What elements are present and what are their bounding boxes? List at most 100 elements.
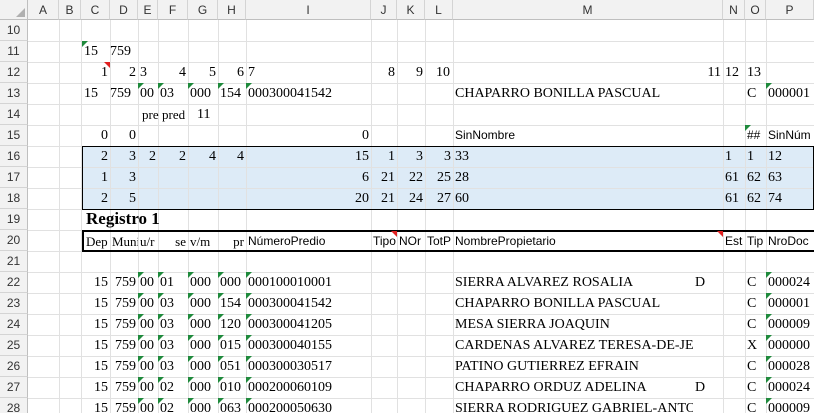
column-header-d[interactable]: D (110, 0, 138, 20)
table-cell[interactable]: 759 (110, 335, 138, 356)
column-header-h[interactable]: H (218, 0, 246, 20)
row-header[interactable]: 25 (0, 335, 28, 356)
table-cell[interactable]: C (745, 293, 766, 314)
table-cell[interactable] (693, 356, 723, 377)
cell[interactable]: 27 (425, 188, 453, 209)
column-header-n[interactable]: N (723, 0, 745, 20)
table-cell[interactable]: C (745, 377, 766, 398)
header-cell[interactable]: NúmeroPredio (246, 231, 371, 252)
row-header[interactable]: 27 (0, 377, 28, 398)
cell[interactable]: SinNombre (453, 125, 723, 146)
cell[interactable]: 12 (766, 146, 814, 167)
table-cell[interactable]: 120 (218, 314, 246, 335)
row-header[interactable]: 26 (0, 356, 28, 377)
cell[interactable]: 28 (453, 167, 723, 188)
row-header[interactable]: 13 (0, 83, 28, 104)
row-header[interactable]: 20 (0, 230, 28, 251)
cell[interactable]: 4 (218, 146, 246, 167)
cell[interactable]: 4 (188, 146, 218, 167)
table-cell[interactable]: C (745, 356, 766, 377)
cell[interactable]: pred (160, 104, 190, 125)
cell[interactable]: 15 (82, 83, 110, 104)
table-cell[interactable]: 000 (188, 314, 218, 335)
table-cell[interactable]: 00 (138, 398, 158, 413)
cell[interactable]: 154 (218, 83, 246, 104)
cell[interactable]: 3 (138, 62, 158, 83)
cell[interactable]: 5 (188, 62, 218, 83)
cell[interactable]: 0 (110, 125, 138, 146)
row-header[interactable]: 28 (0, 398, 28, 413)
table-cell[interactable]: 051 (218, 356, 246, 377)
cell[interactable]: 3 (110, 146, 138, 167)
table-cell[interactable]: C (745, 398, 766, 413)
table-cell[interactable] (693, 398, 723, 413)
table-cell[interactable]: 015 (218, 335, 246, 356)
cell[interactable]: SinNúm (766, 125, 814, 146)
cell[interactable]: 7 (246, 62, 276, 83)
table-cell[interactable]: SIERRA ALVAREZ ROSALIA (453, 272, 693, 293)
cell[interactable]: pre (140, 104, 162, 125)
table-cell[interactable]: 00 (138, 377, 158, 398)
cell[interactable]: 62 (745, 188, 766, 209)
column-header-g[interactable]: G (188, 0, 218, 20)
table-cell[interactable]: PATINO GUTIERREZ EFRAIN (453, 356, 693, 377)
table-cell[interactable]: 000200060109 (246, 377, 371, 398)
cell[interactable]: 6 (246, 167, 371, 188)
cell[interactable]: 15 (246, 146, 371, 167)
header-cell[interactable]: Est (723, 231, 745, 252)
table-cell[interactable]: 759 (110, 314, 138, 335)
table-cell[interactable] (693, 335, 723, 356)
table-cell[interactable]: 15 (82, 314, 110, 335)
table-cell[interactable]: D (693, 272, 723, 293)
table-cell[interactable]: C (745, 272, 766, 293)
table-cell[interactable]: 063 (218, 398, 246, 413)
cell[interactable]: 8 (371, 62, 397, 83)
cell[interactable]: 2 (158, 146, 188, 167)
row-header[interactable]: 18 (0, 188, 28, 209)
table-cell[interactable]: 759 (110, 377, 138, 398)
header-cell[interactable]: Muni (110, 231, 138, 252)
table-cell[interactable]: 00 (138, 314, 158, 335)
table-cell[interactable]: 00 (138, 293, 158, 314)
table-cell[interactable]: 03 (158, 314, 188, 335)
table-cell[interactable]: 759 (110, 356, 138, 377)
table-cell[interactable]: 15 (82, 398, 110, 413)
cell[interactable]: 2 (82, 146, 110, 167)
cell[interactable]: 03 (158, 83, 188, 104)
cell[interactable]: 000001 (766, 83, 814, 104)
cell[interactable]: 61 (723, 167, 745, 188)
cell[interactable]: 11 (690, 62, 723, 83)
row-header[interactable]: 11 (0, 41, 28, 62)
column-header-a[interactable]: A (28, 0, 59, 20)
select-all-button[interactable] (0, 0, 28, 20)
table-cell[interactable]: 03 (158, 356, 188, 377)
cell[interactable]: 6 (218, 62, 246, 83)
header-cell[interactable]: NombrePropietario (453, 231, 723, 252)
row-header[interactable]: 21 (0, 251, 28, 272)
column-header-m[interactable]: M (453, 0, 723, 20)
column-header-p[interactable]: P (766, 0, 814, 20)
cell[interactable]: 20 (246, 188, 371, 209)
header-cell[interactable]: se (158, 231, 188, 252)
cell[interactable]: 0 (82, 125, 110, 146)
cell[interactable]: 11 (195, 104, 220, 125)
cell[interactable]: 1 (745, 146, 766, 167)
table-cell[interactable]: 00 (138, 272, 158, 293)
table-cell[interactable]: 000009 (766, 398, 814, 413)
cell[interactable]: 10 (434, 62, 462, 83)
table-cell[interactable]: SIERRA RODRIGUEZ GABRIEL-ANTONIO (453, 398, 693, 413)
table-cell[interactable]: 000300030517 (246, 356, 371, 377)
cell[interactable]: ## (745, 125, 766, 146)
table-cell[interactable]: CHAPARRO BONILLA PASCUAL (453, 293, 693, 314)
header-cell[interactable]: v/m (188, 231, 218, 252)
row-header[interactable]: 15 (0, 125, 28, 146)
table-cell[interactable]: 759 (110, 272, 138, 293)
table-cell[interactable] (693, 314, 723, 335)
row-header[interactable]: 17 (0, 167, 28, 188)
table-cell[interactable]: 000300041542 (246, 293, 371, 314)
cell[interactable]: 1 (82, 167, 110, 188)
table-cell[interactable]: 000 (188, 272, 218, 293)
column-header-i[interactable]: I (246, 0, 371, 20)
header-cell[interactable]: Tipo (371, 231, 397, 252)
header-cell[interactable]: Dep (84, 231, 110, 252)
